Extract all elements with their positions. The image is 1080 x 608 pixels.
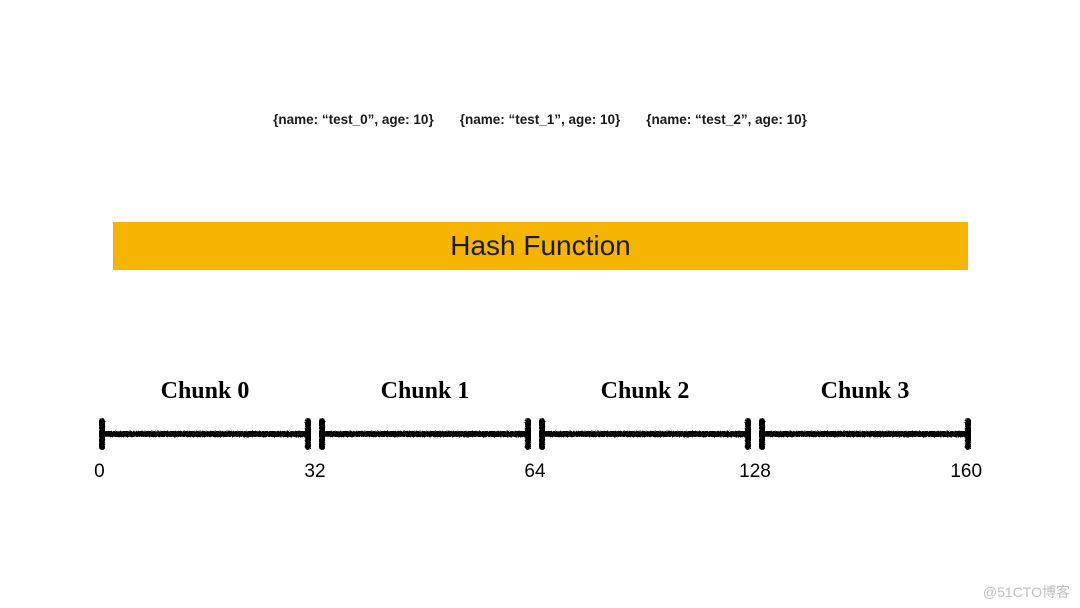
tick-label-2: 64 [524, 461, 545, 483]
tick-label-0: 0 [94, 461, 105, 483]
tick-label-4: 160 [950, 461, 982, 483]
tick-labels-row: 0 32 64 128 160 [95, 461, 975, 485]
data-item-1: {name: “test_1”, age: 10} [460, 112, 621, 127]
chunk-bracket-0 [99, 417, 311, 451]
hash-function-bar: Hash Function [113, 222, 968, 270]
data-item-2: {name: “test_2”, age: 10} [646, 112, 807, 127]
data-item-0: {name: “test_0”, age: 10} [273, 112, 434, 127]
chunk-label-1: Chunk 1 [315, 378, 535, 417]
hash-function-label: Hash Function [450, 230, 631, 262]
chunk-bracket-1 [319, 417, 531, 451]
tick-label-1: 32 [304, 461, 325, 483]
chunk-labels-row: Chunk 0 Chunk 1 Chunk 2 Chunk 3 [95, 378, 975, 417]
chunks-container: Chunk 0 Chunk 1 Chunk 2 Chunk 3 [95, 378, 975, 485]
watermark: @51CTO博客 [983, 582, 1070, 602]
tick-label-3: 128 [739, 461, 771, 483]
chunk-bracket-3 [759, 417, 971, 451]
chunk-brackets-row [95, 417, 975, 451]
input-data-row: {name: “test_0”, age: 10} {name: “test_1… [0, 112, 1080, 127]
chunk-label-0: Chunk 0 [95, 378, 315, 417]
chunk-label-3: Chunk 3 [755, 378, 975, 417]
chunk-label-2: Chunk 2 [535, 378, 755, 417]
chunk-bracket-2 [539, 417, 751, 451]
